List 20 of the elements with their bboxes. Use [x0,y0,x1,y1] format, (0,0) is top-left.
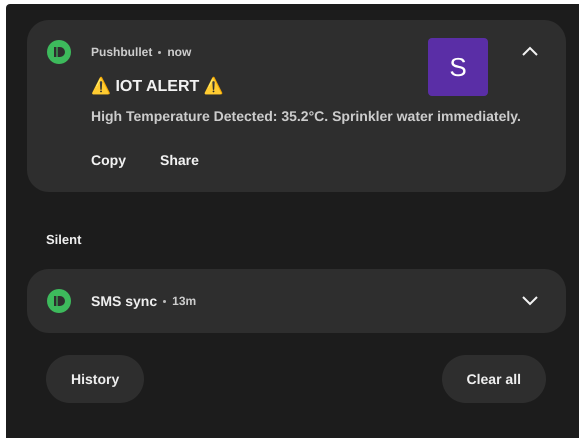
footer-button[interactable]: Clear all [442,355,546,403]
notification-card[interactable]: SMS sync 13m [27,269,566,333]
action-button[interactable]: Copy [91,152,126,168]
separator-dot-icon [163,300,166,302]
notification-text: High Temperature Detected: 35.2°C. Sprinkler water immediately. [91,108,521,124]
notification-time: now [167,45,192,59]
footer-button[interactable]: History [46,355,144,403]
collapse-icon[interactable] [522,46,538,56]
app-name: Pushbullet [91,45,152,59]
app-icon [47,40,71,64]
separator-dot-icon [158,50,162,54]
app-icon [47,289,71,313]
section-label: Silent [46,232,82,247]
notification-card[interactable]: Pushbullet now ⚠ IOT ALERT ⚠ High Temperature Detected: 35.2°C. Sprinkler water immediately. Copy Share S [27,20,566,192]
expand-icon[interactable] [522,296,538,306]
sender-avatar: S [428,38,488,96]
action-button[interactable]: Share [160,152,199,168]
notification-title: ⚠ IOT ALERT ⚠ [91,76,225,96]
notification-time: 13m [172,294,196,308]
app-name: SMS sync [91,293,158,309]
